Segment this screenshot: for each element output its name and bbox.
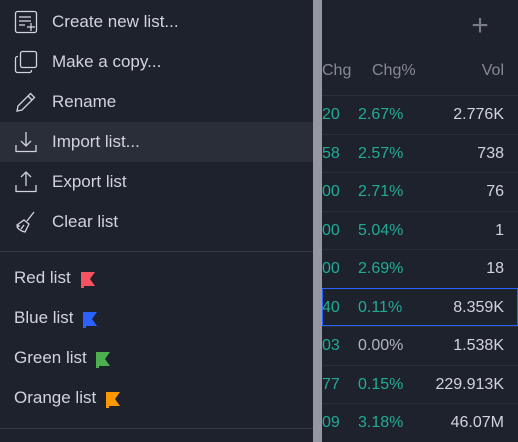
cell-vol: 738 <box>477 144 504 162</box>
menu-item-label: Import list... <box>52 132 140 151</box>
add-symbol-plus-icon[interactable]: + <box>465 6 495 46</box>
menu-item-label: Blue list <box>14 308 74 327</box>
menu-item-clear-list[interactable]: Clear list <box>0 202 313 242</box>
cell-vol: 229.913K <box>435 375 504 393</box>
watchlist-panel: + Chg Chg% Vol 20 2.67% 2.776K 58 2.57% 738 00… <box>313 0 518 442</box>
cell-chg-pct: 2.69% <box>358 260 404 277</box>
table-row[interactable]: 58 2.57% 738 <box>322 133 518 173</box>
cell-vol: 46.07M <box>450 414 504 431</box>
menu-item-green-list[interactable]: Green list <box>14 338 314 378</box>
cell-chg: 00 <box>322 183 339 200</box>
cell-chg: 00 <box>322 221 339 239</box>
menu-item-label: Make a copy... <box>52 52 162 71</box>
cell-vol: 2.776K <box>453 106 504 123</box>
cell-chg-pct: 0.00% <box>358 337 404 354</box>
create-list-icon <box>14 10 38 34</box>
menu-item-import-list[interactable]: Import list... <box>0 122 313 162</box>
export-icon <box>15 171 37 193</box>
table-row[interactable]: 40 0.11% 8.359K <box>322 287 518 326</box>
cell-vol: 1.538K <box>453 337 504 354</box>
cell-vol: 1 <box>495 221 504 239</box>
cell-chg-pct: 2.57% <box>358 144 404 162</box>
menu-item-orange-list[interactable]: Orange list <box>14 378 314 418</box>
pencil-icon <box>16 92 36 112</box>
cell-chg: 40 <box>322 298 339 316</box>
watchlist-menu: Create new list... Make a copy... Rename… <box>0 0 313 442</box>
menu-divider <box>0 251 313 252</box>
cell-vol: 76 <box>486 183 504 200</box>
blue-flag-icon <box>83 312 97 328</box>
column-header-chg[interactable]: Chg <box>322 62 352 80</box>
cell-chg: 58 <box>322 144 339 162</box>
menu-item-label: Orange list <box>14 388 97 407</box>
cell-chg-pct: 0.15% <box>358 375 404 393</box>
table-row[interactable]: 00 2.69% 18 <box>322 249 518 288</box>
cell-chg-pct: 5.04% <box>358 221 404 239</box>
menu-item-rename[interactable]: Rename <box>0 82 313 122</box>
cell-chg: 77 <box>322 375 339 393</box>
table-row[interactable]: 00 2.71% 76 <box>322 172 518 211</box>
cell-chg-pct: 3.18% <box>358 414 404 431</box>
menu-item-make-copy[interactable]: Make a copy... <box>0 42 313 82</box>
cell-chg: 09 <box>322 414 339 431</box>
panel-resize-handle[interactable] <box>313 0 322 442</box>
orange-flag-icon <box>106 392 120 408</box>
menu-item-label: Red list <box>14 268 71 287</box>
cell-chg: 00 <box>322 260 339 277</box>
cell-vol: 18 <box>486 260 504 277</box>
cell-vol: 8.359K <box>453 298 504 316</box>
cell-chg: 20 <box>322 106 339 123</box>
menu-item-red-list[interactable]: Red list <box>14 258 314 298</box>
watchlist-header: Chg Chg% Vol <box>322 52 518 92</box>
table-row[interactable]: 09 3.18% 46.07M <box>322 403 518 442</box>
column-header-chg-pct[interactable]: Chg% <box>372 62 416 80</box>
menu-item-export-list[interactable]: Export list <box>0 162 313 202</box>
copy-icon <box>14 50 38 74</box>
table-row[interactable]: 77 0.15% 229.913K <box>322 364 518 404</box>
watchlist-rows: 20 2.67% 2.776K 58 2.57% 738 00 2.71% 76 00 5.04% 1… <box>322 95 518 442</box>
green-flag-icon <box>96 352 110 368</box>
menu-item-label: Export list <box>52 172 127 191</box>
menu-item-label: Clear list <box>52 212 119 231</box>
table-row[interactable]: 03 0.00% 1.538K <box>322 326 518 365</box>
cell-chg-pct: 2.67% <box>358 106 404 123</box>
menu-divider <box>0 428 313 429</box>
menu-item-label: Create new list... <box>52 12 179 31</box>
cell-chg-pct: 0.11% <box>358 298 403 316</box>
menu-item-blue-list[interactable]: Blue list <box>14 298 314 338</box>
menu-item-create-new-list[interactable]: Create new list... <box>0 2 313 42</box>
column-header-vol[interactable]: Vol <box>482 62 504 80</box>
table-row[interactable]: 20 2.67% 2.776K <box>322 95 518 134</box>
table-row[interactable]: 00 5.04% 1 <box>322 210 518 250</box>
red-flag-icon <box>81 272 95 288</box>
import-icon <box>15 132 37 153</box>
broom-icon <box>15 211 35 233</box>
cell-chg-pct: 2.71% <box>358 183 404 200</box>
cell-chg: 03 <box>322 337 339 354</box>
menu-item-label: Green list <box>14 348 87 367</box>
menu-item-label: Rename <box>52 92 117 111</box>
